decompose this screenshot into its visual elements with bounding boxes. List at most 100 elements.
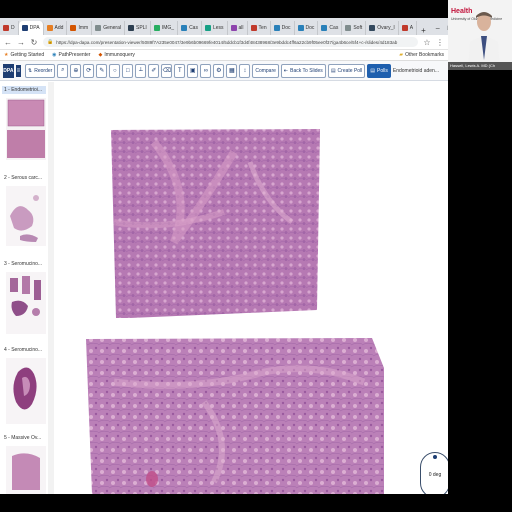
favicon-icon (321, 25, 328, 31)
favicon-icon (273, 25, 280, 31)
favicon-icon (153, 25, 160, 31)
browser-tab[interactable]: Ten (248, 21, 271, 35)
favicon-icon (230, 25, 237, 31)
bookmark-immunoquery[interactable]: ◆ Immunoquery (98, 52, 134, 58)
zoom-icon[interactable]: ⊕ (70, 63, 82, 78)
favicon-icon (297, 25, 304, 31)
slide-thumbnail (6, 272, 46, 334)
image-icon[interactable]: ▣ (187, 63, 199, 78)
menu-icon[interactable]: ≡ (15, 64, 22, 77)
sidebar-item-4[interactable]: 4 - Seromucino... (2, 346, 46, 424)
browser-tab[interactable]: General (92, 21, 125, 35)
extensions-icon[interactable]: ⋮ (436, 38, 444, 47)
bookmark-icon: ★ (4, 52, 9, 58)
browser-tab[interactable]: D (0, 21, 19, 35)
browser-tab[interactable]: all (228, 21, 248, 35)
sidebar-item-2[interactable]: 2 - Serous carc... (2, 174, 46, 246)
browser-tab[interactable]: Cas (318, 21, 343, 35)
sidebar-item-5[interactable]: 5 - Massive Ov... (2, 434, 46, 494)
favicon-icon (181, 25, 188, 31)
taskbar (0, 494, 448, 512)
search-icon[interactable]: ⌕ (57, 63, 69, 78)
window-controls: – □ ✕ (430, 21, 448, 35)
favicon-icon (369, 25, 376, 31)
url-text: https://dpa-dapa.com/presentation-viewer… (56, 39, 398, 45)
create-poll-button[interactable]: ▤ Create Poll (327, 63, 366, 78)
favicon-icon (401, 25, 408, 31)
address-bar: ← → ↻ 🔒 https://dpa-dapa.com/presentatio… (0, 35, 448, 50)
bookmark-getting-started[interactable]: ★ Getting Started (4, 52, 44, 58)
browser-tab[interactable]: Add (44, 21, 68, 35)
slide-thumbnail (6, 446, 46, 494)
slide-sidebar: 1 - Endometrioi... 2 - Serous carc... 3 … (0, 82, 49, 494)
favicon-icon (21, 25, 28, 31)
favicon-icon (3, 25, 9, 31)
text-icon[interactable]: T (174, 63, 186, 78)
sidebar-item-3[interactable]: 3 - Seromucino... (2, 260, 46, 334)
favicon-icon (46, 25, 53, 31)
other-bookmarks[interactable]: ▰ Other Bookmarks (399, 52, 444, 58)
tissue-image (86, 129, 384, 494)
eraser-icon[interactable]: ⌫ (161, 63, 173, 78)
app-toolbar: DPA ≡ ⇅ Reorder ⌕ ⊕ ⟳ ✎ ○ □ ⟂ ✐ ⌫ T ▣ ∞ ⚙ ▦ ↕ Compare ⇤… (0, 61, 448, 81)
browser-tab[interactable]: Less (202, 21, 228, 35)
bookmark-icon: ◆ (98, 52, 103, 58)
link-icon[interactable]: ∞ (200, 63, 212, 78)
settings-icon[interactable]: ⚙ (213, 63, 225, 78)
ruler-icon[interactable]: ⟂ (135, 63, 147, 78)
dpa-logo: DPA (3, 63, 14, 78)
circle-icon[interactable]: ○ (109, 63, 121, 78)
forward-icon[interactable]: → (17, 38, 25, 47)
browser-tab[interactable]: A (399, 21, 418, 35)
browser-tab[interactable]: IMG_ (151, 21, 179, 35)
poll-icon: ▤ (330, 67, 336, 74)
browser-tab[interactable]: Doc (295, 21, 319, 35)
favicon-icon (95, 25, 102, 31)
polls-button[interactable]: ▤ Polls (367, 63, 391, 78)
folder-icon: ▰ (399, 52, 404, 58)
back-icon[interactable]: ← (4, 38, 12, 47)
slide-viewer[interactable]: 0 deg (54, 82, 448, 494)
pen-icon[interactable]: ✎ (96, 63, 108, 78)
minimize-icon[interactable]: – (436, 25, 440, 32)
star-icon[interactable]: ☆ (423, 38, 431, 47)
favicon-icon (204, 25, 211, 31)
new-tab-button[interactable]: + (417, 26, 430, 35)
browser-tab[interactable]: Doc (271, 21, 295, 35)
presenter-video (468, 12, 500, 70)
favicon-icon (250, 25, 257, 31)
browser-tab[interactable]: Ovary_I (366, 21, 399, 35)
rotation-control[interactable]: 0 deg (420, 452, 448, 494)
browser-tab[interactable]: Cas (178, 21, 202, 35)
browser-tab[interactable]: SPLI (125, 21, 151, 35)
slide-thumbnail (6, 186, 46, 246)
reorder-button[interactable]: ⇅ Reorder (25, 63, 56, 78)
pencil-icon[interactable]: ✐ (148, 63, 160, 78)
rotate-icon[interactable]: ⟳ (83, 63, 95, 78)
slide-thumbnail (6, 98, 46, 160)
webcam-overlay: Health University of Oklahoma Medicine H… (448, 0, 512, 70)
slide-thumbnail (6, 358, 46, 424)
lock-icon: 🔒 (47, 39, 54, 45)
browser-tab[interactable]: Soft (342, 21, 367, 35)
bookmarks-bar: ★ Getting Started ◉ PathPresenter ◆ Immunoq… (0, 50, 448, 61)
rotation-handle-icon[interactable] (433, 455, 437, 459)
bookmark-pathpresenter[interactable]: ◉ PathPresenter (52, 52, 90, 58)
sidebar-item-1[interactable]: 1 - Endometrioi... (2, 86, 46, 160)
compare-button[interactable]: Compare (252, 63, 279, 78)
back-to-slides-button[interactable]: ⇤ Back To Slides (280, 63, 326, 78)
square-icon[interactable]: □ (122, 63, 134, 78)
arrow-icon[interactable]: ↕ (239, 63, 251, 78)
grid-icon[interactable]: ▦ (226, 63, 238, 78)
browser-tab[interactable]: Imm (67, 21, 93, 35)
browser-window: D DPA Add Imm General SPLI IMG_ Cas Less all Ten Do… (0, 18, 448, 494)
slide-name: Endometrioid aden... (392, 67, 439, 74)
url-field[interactable]: 🔒 https://dpa-dapa.com/presentation-view… (43, 37, 418, 47)
back-arrow-icon: ⇤ (283, 67, 289, 74)
browser-tab[interactable]: DPA (18, 21, 44, 35)
presenter-name: Hassell, Lewis A. MD (Ch (448, 62, 512, 70)
reorder-icon: ⇅ (28, 67, 33, 74)
poll-icon: ▤ (370, 67, 376, 74)
reload-icon[interactable]: ↻ (30, 38, 38, 47)
rotation-readout: 0 deg (428, 472, 442, 478)
